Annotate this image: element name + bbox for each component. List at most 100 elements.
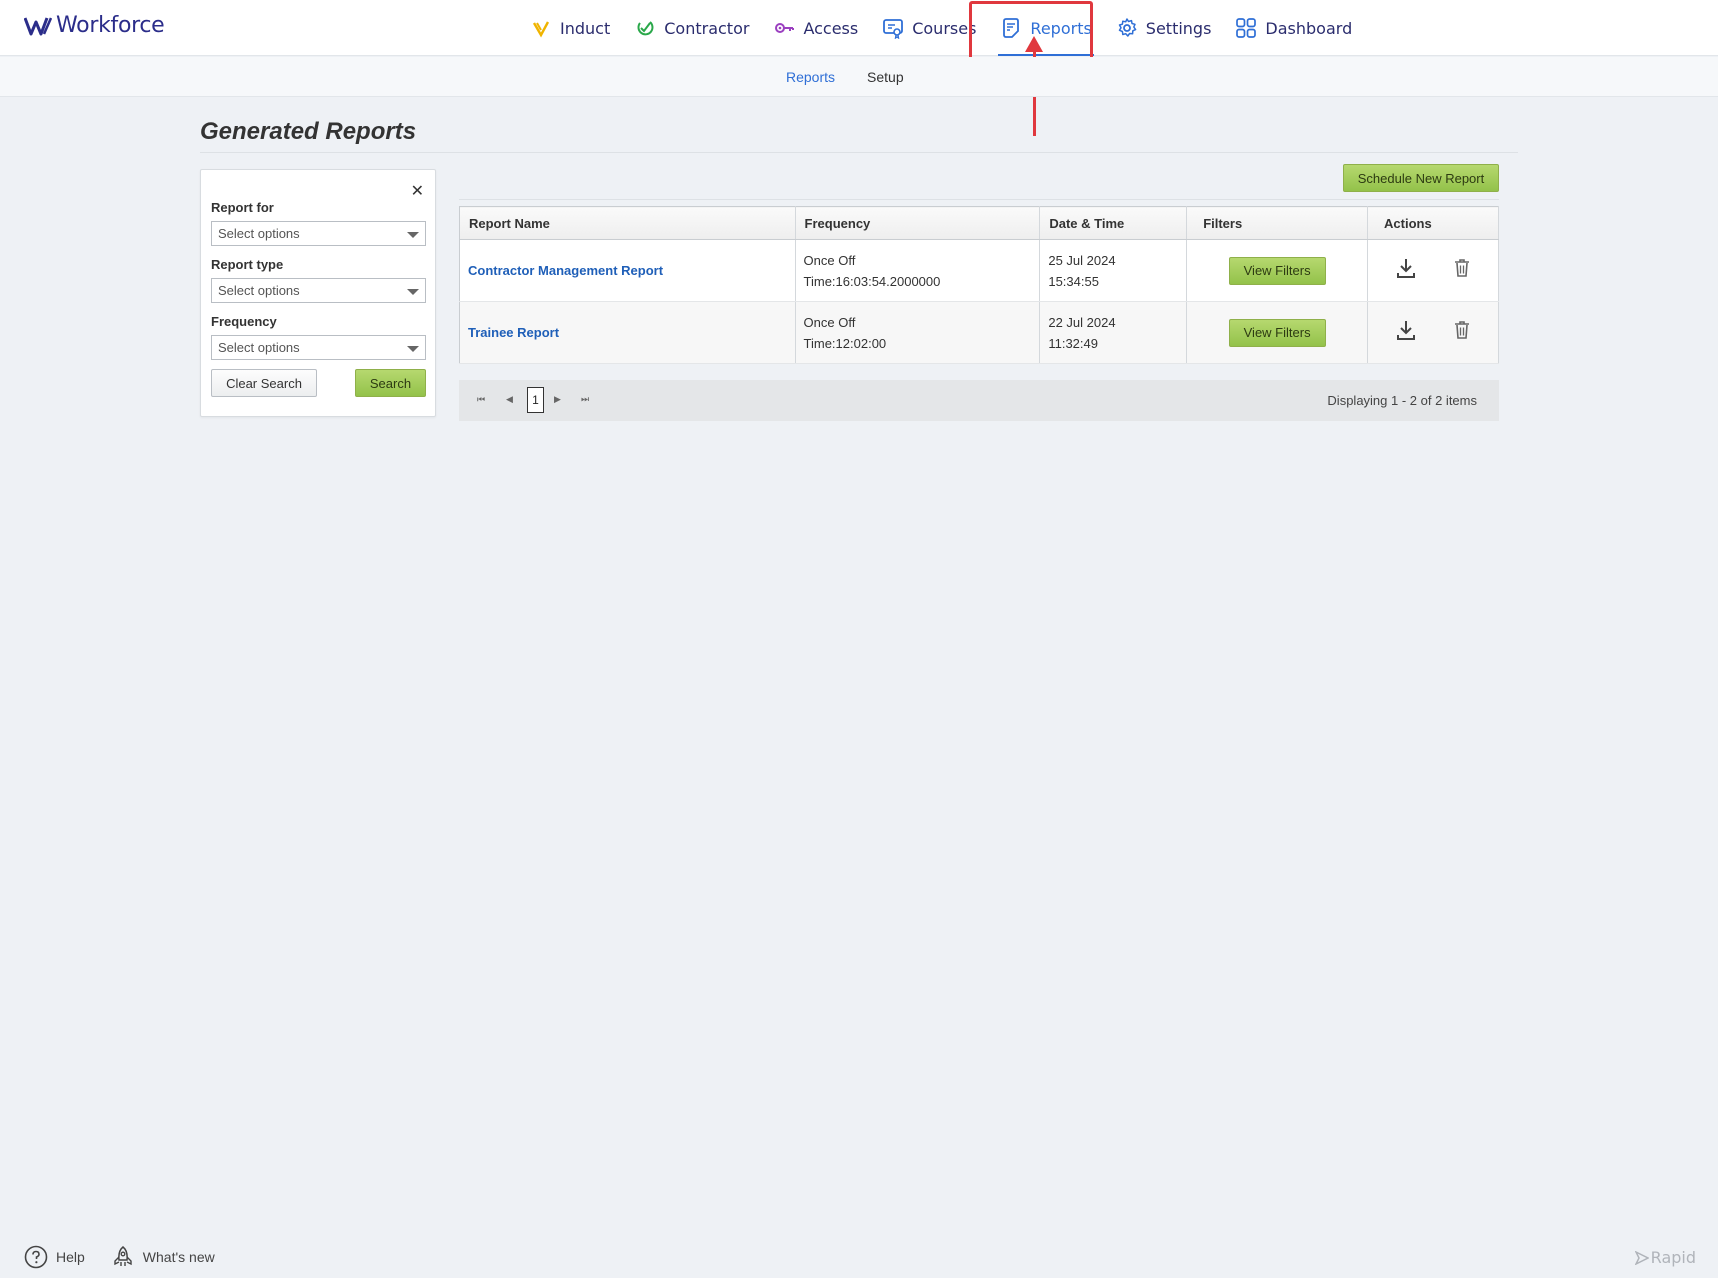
subnav: Reports Setup [786, 57, 904, 97]
download-icon[interactable] [1396, 319, 1416, 347]
search-button[interactable]: Search [355, 369, 426, 397]
dashboard-grid-icon [1236, 18, 1257, 38]
frequency-cell: Once Off Time:16:03:54.2000000 [795, 239, 1041, 302]
column-header-actions: Actions [1367, 206, 1499, 240]
report-name-link[interactable]: Contractor Management Report [468, 263, 663, 278]
top-navbar: Workforce Induct Contractor Access Cours… [0, 0, 1718, 56]
nav-settings-label: Settings [1145, 18, 1212, 38]
annotation-arrow-head [1025, 36, 1043, 52]
workforce-logo-icon [24, 16, 52, 35]
nav-induct[interactable]: Induct [518, 0, 622, 56]
nav-contractor[interactable]: Contractor [622, 0, 761, 56]
date-time-cell: 25 Jul 2024 15:34:55 [1039, 239, 1188, 302]
report-name-cell: Trainee Report [459, 301, 796, 364]
courses-icon [883, 19, 904, 39]
help-icon [24, 1245, 48, 1269]
column-header-date-time[interactable]: Date & Time [1039, 206, 1188, 240]
rapid-logo-icon [1634, 1250, 1649, 1265]
nav-reports-label: Reports [1030, 18, 1092, 38]
subnav-reports[interactable]: Reports [786, 69, 835, 85]
frequency-label: Frequency [211, 314, 277, 329]
page-number-current[interactable]: 1 [527, 387, 544, 413]
induct-icon [532, 21, 550, 38]
trash-icon[interactable] [1454, 258, 1470, 284]
actions-cell [1367, 301, 1499, 364]
first-page-icon[interactable]: ⏮ [477, 395, 485, 405]
contractor-icon [637, 21, 654, 36]
pager: ⏮ ◀ 1 ▶ ⏭ Displaying 1 - 2 of 2 items [459, 380, 1499, 421]
column-header-report-name[interactable]: Report Name [459, 206, 796, 240]
chevron-down-icon [407, 346, 419, 352]
time-value: 11:32:49 [1048, 335, 1098, 351]
next-page-icon[interactable]: ▶ [554, 395, 561, 405]
date-value: 25 Jul 2024 [1048, 252, 1116, 268]
time-value: 15:34:55 [1048, 273, 1099, 289]
sub-navbar: Reports Setup [0, 57, 1718, 97]
date-time-cell: 22 Jul 2024 11:32:49 [1039, 301, 1188, 364]
help-label: Help [56, 1249, 85, 1265]
filters-cell: View Filters [1186, 239, 1369, 302]
nav-courses[interactable]: Courses [870, 0, 988, 56]
report-type-select[interactable]: Select options [211, 278, 426, 303]
app-logo[interactable]: Workforce [24, 13, 165, 38]
frequency-time: Time:12:02:00 [803, 335, 887, 351]
report-type-label: Report type [211, 257, 284, 272]
schedule-new-report-button[interactable]: Schedule New Report [1343, 164, 1499, 192]
view-filters-button[interactable]: View Filters [1228, 318, 1326, 347]
table-row: Contractor Management Report Once Off Ti… [459, 239, 1499, 302]
main-nav: Induct Contractor Access Courses Reports… [518, 0, 1364, 56]
report-type-placeholder: Select options [218, 283, 300, 298]
rocket-icon [114, 1246, 132, 1266]
filters-cell: View Filters [1186, 301, 1369, 364]
nav-contractor-label: Contractor [664, 18, 750, 38]
view-filters-button[interactable]: View Filters [1228, 256, 1326, 285]
frequency-value: Once Off [803, 252, 856, 268]
chevron-down-icon [407, 289, 419, 295]
toolbar-divider [459, 199, 1499, 200]
page-title: Generated Reports [200, 118, 417, 145]
actions-cell [1367, 239, 1499, 302]
report-for-label: Report for [211, 200, 274, 215]
frequency-select[interactable]: Select options [211, 335, 426, 360]
download-icon[interactable] [1396, 257, 1416, 285]
app-name: Workforce [56, 13, 165, 38]
nav-access[interactable]: Access [761, 0, 870, 56]
nav-settings[interactable]: Settings [1104, 0, 1224, 56]
report-for-placeholder: Select options [218, 226, 300, 241]
report-for-select[interactable]: Select options [211, 221, 426, 246]
nav-reports[interactable]: Reports [988, 0, 1103, 56]
clear-search-button[interactable]: Clear Search [211, 369, 317, 397]
trash-icon[interactable] [1454, 320, 1470, 346]
nav-dashboard-label: Dashboard [1265, 18, 1353, 38]
powered-by-brand: Rapid [1634, 1248, 1696, 1267]
brand-name: Rapid [1650, 1248, 1696, 1267]
pager-info: Displaying 1 - 2 of 2 items [1327, 393, 1477, 408]
help-link[interactable]: Help [24, 1245, 85, 1269]
report-name-cell: Contractor Management Report [459, 239, 796, 302]
date-value: 22 Jul 2024 [1048, 314, 1116, 330]
last-page-icon[interactable]: ⏭ [581, 395, 589, 405]
nav-access-label: Access [803, 18, 859, 38]
frequency-cell: Once Off Time:12:02:00 [795, 301, 1041, 364]
table-header-row: Report Name Frequency Date & Time Filter… [459, 206, 1499, 240]
reports-table: Report Name Frequency Date & Time Filter… [459, 206, 1499, 364]
prev-page-icon[interactable]: ◀ [506, 395, 513, 405]
table-row: Trainee Report Once Off Time:12:02:00 22… [459, 301, 1499, 364]
whats-new-link[interactable]: What's new [111, 1245, 215, 1269]
column-header-frequency[interactable]: Frequency [795, 206, 1041, 240]
report-name-link[interactable]: Trainee Report [468, 325, 559, 340]
title-divider [200, 152, 1518, 153]
reports-icon [1003, 18, 1020, 38]
frequency-time: Time:16:03:54.2000000 [803, 273, 941, 289]
frequency-placeholder: Select options [218, 340, 300, 355]
chevron-down-icon [407, 232, 419, 238]
subnav-setup[interactable]: Setup [867, 69, 904, 85]
whats-new-label: What's new [142, 1249, 215, 1265]
frequency-value: Once Off [803, 314, 856, 330]
nav-dashboard[interactable]: Dashboard [1223, 0, 1364, 56]
nav-induct-label: Induct [560, 18, 611, 38]
gear-icon [1118, 18, 1137, 37]
nav-courses-label: Courses [912, 18, 977, 38]
column-header-filters: Filters [1186, 206, 1369, 240]
close-icon[interactable]: ✕ [411, 181, 424, 200]
